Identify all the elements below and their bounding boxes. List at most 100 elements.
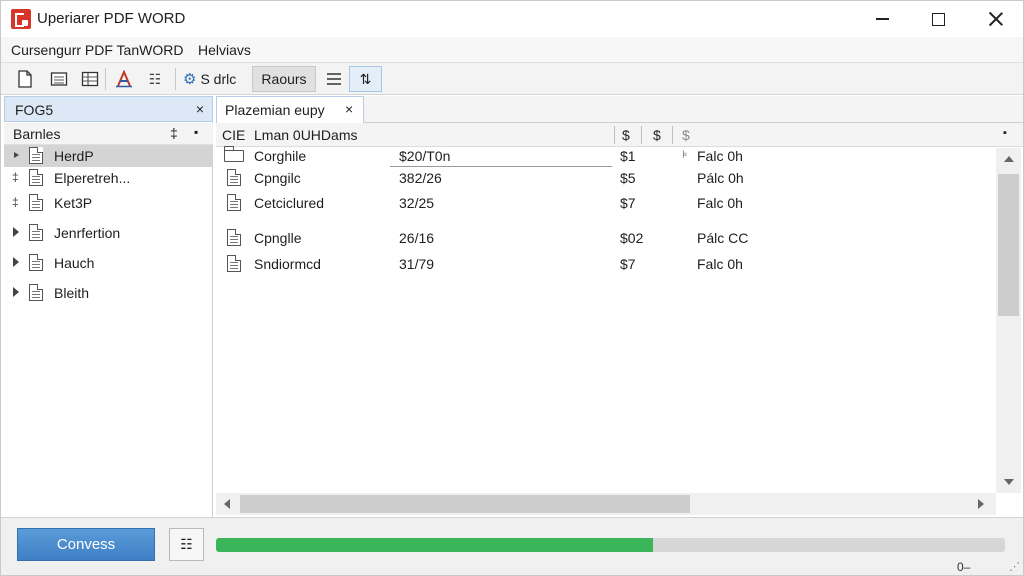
toolbar-separator bbox=[175, 68, 176, 90]
left-panel-tab[interactable]: FOG5 × bbox=[4, 96, 213, 122]
left-tab-label: FOG5 bbox=[15, 102, 54, 118]
close-icon[interactable]: × bbox=[345, 101, 353, 117]
sort-button[interactable]: ⇅ bbox=[349, 66, 382, 92]
tree-item[interactable]: Jenrfertion bbox=[4, 222, 213, 244]
expand-arrow-icon[interactable] bbox=[13, 227, 19, 237]
new-document-icon bbox=[18, 70, 32, 88]
tree-item-label: Bleith bbox=[54, 285, 90, 301]
tree-item[interactable]: ‡ Ket3P bbox=[4, 192, 213, 214]
grid-icon bbox=[81, 71, 99, 87]
column-separator[interactable] bbox=[641, 126, 642, 144]
table-row[interactable]: Cpngilc 382/26 $5 Pálc 0h bbox=[216, 167, 996, 191]
tree-item[interactable]: Bleith bbox=[4, 282, 213, 304]
expand-arrow-icon[interactable] bbox=[14, 152, 19, 158]
settings-icon: ⚙ bbox=[183, 71, 197, 88]
scroll-left-icon[interactable] bbox=[224, 499, 230, 509]
row-status: Falc 0h bbox=[697, 148, 743, 164]
maximize-button[interactable] bbox=[909, 1, 967, 37]
table-row[interactable]: Sndiormcd 31/79 $7 Falc 0h bbox=[216, 253, 996, 277]
tab-strip bbox=[364, 96, 1023, 122]
column-header-amount[interactable]: $ bbox=[653, 127, 661, 143]
resize-grip-icon[interactable]: ⋰ bbox=[1009, 560, 1020, 573]
new-document-button[interactable] bbox=[13, 66, 37, 92]
list-button[interactable]: ☷ bbox=[143, 66, 167, 92]
document-icon bbox=[227, 193, 242, 211]
expand-arrow-icon[interactable] bbox=[13, 287, 19, 297]
table-row[interactable]: Corghile $20/T0n $1 ⊧ Falc 0h bbox=[216, 145, 996, 169]
row-name: Corghile bbox=[254, 148, 307, 164]
close-icon[interactable]: × bbox=[196, 101, 204, 117]
close-icon bbox=[988, 11, 1004, 27]
status-text: 0– bbox=[957, 560, 971, 574]
close-window-button[interactable] bbox=[967, 1, 1024, 37]
row-date: 26/16 bbox=[399, 230, 435, 246]
tree-item[interactable]: HerdP bbox=[4, 145, 213, 167]
toolbar: ☷ ⚙ S drlc Raours ⇅ bbox=[1, 62, 1023, 95]
expand-arrow-icon[interactable] bbox=[13, 257, 19, 267]
pdf-app-icon bbox=[11, 9, 31, 29]
row-date: $20/T0n bbox=[399, 148, 451, 164]
row-status-marker: ⊧ bbox=[682, 149, 688, 161]
minimize-button[interactable] bbox=[853, 1, 911, 37]
tree-item-label: Jenrfertion bbox=[54, 225, 121, 241]
grid-button[interactable] bbox=[77, 66, 103, 92]
column-separator[interactable] bbox=[672, 126, 673, 144]
document-icon bbox=[227, 168, 242, 186]
column-header: CIE Lman 0UHDams $ $ $ ▪ bbox=[216, 123, 1023, 147]
list-view-button[interactable] bbox=[321, 66, 347, 92]
column-separator[interactable] bbox=[614, 126, 615, 144]
pin-icon[interactable]: ‡ bbox=[12, 170, 19, 184]
column-header-name[interactable]: Lman 0UHDams bbox=[254, 127, 357, 143]
settings-toolbar-button[interactable]: ⚙ S drlc bbox=[183, 66, 245, 92]
horizontal-scroll-thumb[interactable] bbox=[240, 495, 690, 513]
row-size: $7 bbox=[620, 195, 636, 211]
left-panel-header: Barnles ‡ ▪ bbox=[4, 123, 213, 145]
pin-icon[interactable]: ‡ bbox=[170, 125, 178, 141]
document-icon bbox=[29, 168, 44, 186]
table-row[interactable]: Cpnglle 26/16 $02 Pálc CC bbox=[216, 227, 996, 251]
menu-item-help[interactable]: Helviavs bbox=[198, 42, 251, 58]
row-status: Pálc CC bbox=[697, 230, 749, 246]
column-options-icon[interactable]: ▪ bbox=[1003, 127, 1007, 139]
scroll-up-icon[interactable] bbox=[1004, 156, 1014, 162]
document-icon bbox=[29, 146, 44, 164]
tree-item[interactable]: Hauch bbox=[4, 252, 213, 274]
row-status: Falc 0h bbox=[697, 195, 743, 211]
vertical-scroll-thumb[interactable] bbox=[998, 174, 1019, 316]
tab-document[interactable]: Plazemian eupy × bbox=[216, 96, 364, 123]
row-name: Cpngilc bbox=[254, 170, 301, 186]
options-button[interactable]: ☷ bbox=[169, 528, 204, 561]
scroll-down-icon[interactable] bbox=[1004, 479, 1014, 485]
table-row[interactable]: Cetciclured 32/25 $7 Falc 0h bbox=[216, 192, 996, 216]
row-status: Pálc 0h bbox=[697, 170, 744, 186]
column-header-size[interactable]: $ bbox=[622, 127, 630, 143]
sort-icon: ⇅ bbox=[359, 70, 372, 87]
document-icon bbox=[227, 254, 242, 272]
app-window: Uperiarer PDF WORD Cursengurr PDF TanWOR… bbox=[0, 0, 1024, 576]
column-header-status[interactable]: $ bbox=[682, 127, 690, 143]
conversion-progress-bar bbox=[216, 538, 1005, 552]
convert-button[interactable]: Convess bbox=[17, 528, 155, 561]
column-header-type[interactable]: CIE bbox=[222, 127, 245, 143]
document-icon bbox=[29, 283, 44, 301]
document-icon bbox=[29, 193, 44, 211]
list-view-icon bbox=[327, 73, 341, 85]
menu-item-file[interactable]: Cursengurr PDF TanWORD bbox=[11, 42, 183, 58]
document-icon bbox=[227, 228, 242, 246]
window-title: Uperiarer PDF WORD bbox=[37, 10, 186, 27]
text-format-button[interactable] bbox=[111, 66, 137, 92]
tree-item[interactable]: ‡ Elperetreh... bbox=[4, 167, 213, 189]
panel-menu-icon[interactable]: ▪ bbox=[194, 125, 198, 139]
vertical-scrollbar[interactable] bbox=[996, 148, 1021, 493]
pin-icon[interactable]: ‡ bbox=[12, 195, 19, 209]
open-file-icon bbox=[50, 72, 68, 86]
left-panel: FOG5 × Barnles ‡ ▪ HerdP ‡ Elperetreh...… bbox=[4, 96, 213, 517]
reports-button[interactable]: Raours bbox=[252, 66, 316, 92]
scroll-right-icon[interactable] bbox=[978, 499, 984, 509]
row-date: 32/25 bbox=[399, 195, 435, 211]
horizontal-scrollbar[interactable] bbox=[216, 493, 996, 515]
open-file-button[interactable] bbox=[45, 66, 73, 92]
folder-icon bbox=[223, 146, 244, 162]
row-size: $7 bbox=[620, 256, 636, 272]
tree-item-label: Hauch bbox=[54, 255, 95, 271]
